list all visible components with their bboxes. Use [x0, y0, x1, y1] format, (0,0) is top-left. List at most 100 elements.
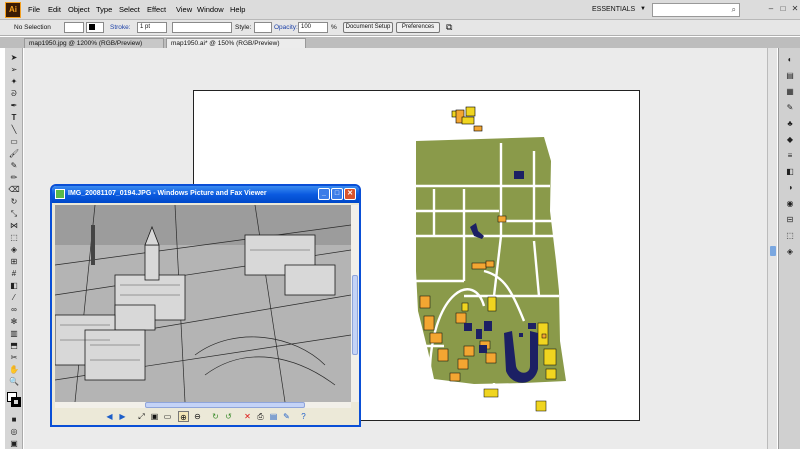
opacity-field[interactable]: 100: [298, 22, 328, 33]
menu-effect[interactable]: Effect: [147, 5, 166, 14]
viewer-close-button[interactable]: ✕: [344, 188, 356, 200]
zoom-out-icon[interactable]: ⊖: [192, 411, 203, 422]
viewer-maximize-button[interactable]: □: [331, 188, 343, 200]
appearance-icon[interactable]: ◉: [783, 198, 797, 210]
best-fit-icon[interactable]: ⤢: [136, 411, 147, 422]
tab-map1950-ai[interactable]: map1950.ai* @ 150% (RGB/Preview): [166, 38, 306, 48]
menu-help[interactable]: Help: [230, 5, 245, 14]
line-tool-icon[interactable]: ╲: [7, 124, 21, 135]
direct-selection-tool-icon[interactable]: ➢: [7, 64, 21, 75]
align-icon[interactable]: ⊟: [783, 214, 797, 226]
pen-tool-icon[interactable]: ✒: [7, 100, 21, 111]
rotate-counterclockwise-icon[interactable]: ↺: [223, 411, 234, 422]
viewer-vertical-scrollbar[interactable]: [351, 205, 359, 402]
artboard-tool-icon[interactable]: ⬒: [7, 340, 21, 351]
lasso-tool-icon[interactable]: ᘐ: [7, 88, 21, 99]
color-mode-icon[interactable]: ■: [7, 414, 21, 425]
previous-image-icon[interactable]: ◀: [104, 411, 115, 422]
eyedropper-tool-icon[interactable]: ⁄: [7, 292, 21, 303]
viewer-minimize-button[interactable]: _: [318, 188, 330, 200]
eraser-tool-icon[interactable]: ⌫: [7, 184, 21, 195]
maximize-button[interactable]: □: [778, 4, 788, 14]
edit-image-icon[interactable]: ✎: [281, 411, 292, 422]
selection-tool-icon[interactable]: ➤: [7, 52, 21, 63]
stroke-weight-field[interactable]: 1 pt: [137, 22, 167, 33]
mesh-tool-icon[interactable]: #: [7, 268, 21, 279]
document-setup-button[interactable]: Document Setup: [343, 22, 393, 33]
gradient-panel-icon[interactable]: ◧: [783, 166, 797, 178]
draw-mode-icon[interactable]: ◎: [7, 426, 21, 437]
color-panel-icon[interactable]: ◐: [783, 54, 797, 66]
color-guide-icon[interactable]: ▤: [783, 70, 797, 82]
menu-type[interactable]: Type: [96, 5, 112, 14]
opacity-percent: %: [331, 24, 337, 31]
style-picker[interactable]: [254, 22, 272, 33]
symbol-sprayer-icon[interactable]: ✻: [7, 316, 21, 327]
shape-builder-icon[interactable]: ◈: [7, 244, 21, 255]
viewer-vscroll-thumb[interactable]: [352, 275, 358, 355]
layers-icon[interactable]: ◈: [783, 246, 797, 258]
blob-brush-icon[interactable]: ✏: [7, 172, 21, 183]
pencil-tool-icon[interactable]: ✎: [7, 160, 21, 171]
tools-panel: ➤ ➢ ✦ ᘐ ✒ T ╲ ▭ 🖌 ✎ ✏ ⌫ ↻ ⤡ ⋈ ⬚ ◈ ⊞ # ◧ …: [5, 48, 23, 449]
width-tool-icon[interactable]: ⋈: [7, 220, 21, 231]
picture-viewer-window[interactable]: IMG_20081107_0194.JPG - Windows Picture …: [50, 184, 361, 427]
vertical-scrollbar[interactable]: [767, 48, 777, 449]
menu-view[interactable]: View: [176, 5, 192, 14]
search-input[interactable]: ⌕: [652, 3, 740, 17]
scale-tool-icon[interactable]: ⤡: [7, 208, 21, 219]
blend-tool-icon[interactable]: ∞: [7, 304, 21, 315]
free-transform-icon[interactable]: ⬚: [7, 232, 21, 243]
building: [473, 125, 483, 132]
help-icon[interactable]: ?: [298, 411, 309, 422]
stroke-color-picker[interactable]: [86, 22, 104, 33]
menu-object[interactable]: Object: [68, 5, 90, 14]
column-graph-icon[interactable]: ▥: [7, 328, 21, 339]
menu-select[interactable]: Select: [119, 5, 140, 14]
gradient-tool-icon[interactable]: ◧: [7, 280, 21, 291]
transform-icon[interactable]: ⬚: [783, 230, 797, 242]
opacity-label[interactable]: Opacity:: [274, 24, 298, 31]
print-icon[interactable]: ⎙: [255, 411, 266, 422]
hand-tool-icon[interactable]: ✋: [7, 364, 21, 375]
rotate-tool-icon[interactable]: ↻: [7, 196, 21, 207]
rotate-clockwise-icon[interactable]: ↻: [210, 411, 221, 422]
zoom-in-icon[interactable]: ⊕: [178, 411, 189, 422]
graphic-styles-icon[interactable]: ◆: [783, 134, 797, 146]
viewer-title-bar[interactable]: IMG_20081107_0194.JPG - Windows Picture …: [52, 186, 359, 203]
arrange-icon[interactable]: ⧉: [446, 22, 452, 33]
save-copy-icon[interactable]: ▤: [268, 411, 279, 422]
scrollbar-thumb[interactable]: [770, 246, 776, 256]
magic-wand-icon[interactable]: ✦: [7, 76, 21, 87]
slice-tool-icon[interactable]: ✂: [7, 352, 21, 363]
stroke-swatch: [89, 24, 95, 30]
stroke-label[interactable]: Stroke:: [110, 24, 131, 31]
stroke-panel-icon[interactable]: ≡: [783, 150, 797, 162]
symbols-icon[interactable]: ♣: [783, 118, 797, 130]
stroke-swatch-tool[interactable]: [11, 397, 21, 407]
screen-mode-icon[interactable]: ▣: [7, 438, 21, 449]
menu-file[interactable]: File: [28, 5, 40, 14]
delete-icon[interactable]: ✕: [242, 411, 253, 422]
menu-edit[interactable]: Edit: [48, 5, 61, 14]
sketch-photo: [55, 205, 351, 402]
rectangle-tool-icon[interactable]: ▭: [7, 136, 21, 147]
fill-color-picker[interactable]: [64, 22, 84, 33]
swatches-icon[interactable]: ▦: [783, 86, 797, 98]
variable-width-select[interactable]: [172, 22, 232, 33]
brushes-icon[interactable]: ✎: [783, 102, 797, 114]
menu-window[interactable]: Window: [197, 5, 224, 14]
paintbrush-tool-icon[interactable]: 🖌: [7, 148, 21, 159]
minimize-button[interactable]: –: [766, 4, 776, 14]
control-bar: No Selection Stroke: 1 pt Style: Opacity…: [0, 20, 800, 36]
next-image-icon[interactable]: ▶: [117, 411, 128, 422]
zoom-tool-icon[interactable]: 🔍: [7, 376, 21, 387]
slideshow-icon[interactable]: ▭: [162, 411, 173, 422]
transparency-icon[interactable]: ◑: [783, 182, 797, 194]
close-button[interactable]: ✕: [790, 4, 800, 14]
actual-size-icon[interactable]: ▣: [149, 411, 160, 422]
perspective-grid-icon[interactable]: ⊞: [7, 256, 21, 267]
preferences-button[interactable]: Preferences: [396, 22, 440, 33]
type-tool-icon[interactable]: T: [7, 112, 21, 123]
tab-map1950-jpg[interactable]: map1950.jpg @ 1200% (RGB/Preview): [24, 38, 164, 48]
